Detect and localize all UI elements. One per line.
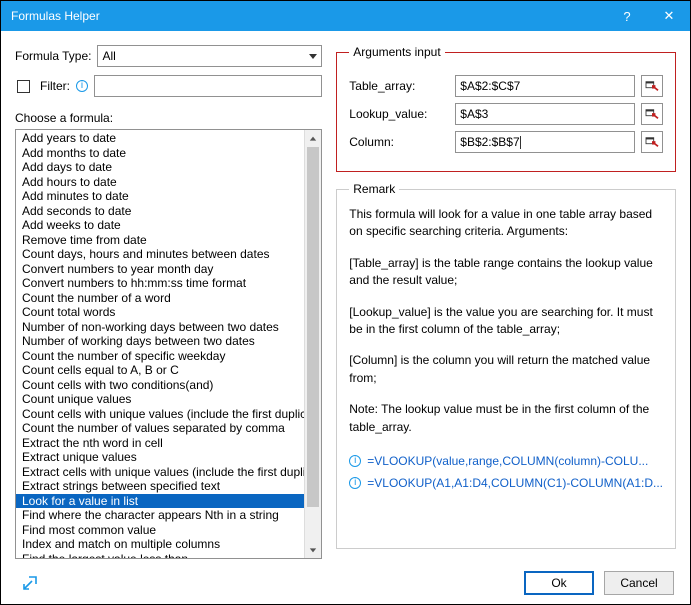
list-item[interactable]: Count total words <box>16 305 321 320</box>
filter-checkbox[interactable] <box>17 80 30 93</box>
argument-input[interactable]: $A$3 <box>455 103 635 125</box>
list-item[interactable]: Add days to date <box>16 160 321 175</box>
argument-label: Table_array: <box>349 79 449 93</box>
list-item[interactable]: Find most common value <box>16 523 321 538</box>
list-item[interactable]: Find where the character appears Nth in … <box>16 508 321 523</box>
formula-type-value: All <box>102 49 115 63</box>
list-item[interactable]: Add seconds to date <box>16 204 321 219</box>
scroll-thumb[interactable] <box>307 147 319 507</box>
range-picker-button[interactable] <box>641 131 663 153</box>
info-icon: i <box>349 455 361 467</box>
remark-p5: Note: The lookup value must be in the fi… <box>349 401 663 436</box>
remark-fieldset: Remark This formula will look for a valu… <box>336 182 676 549</box>
range-picker-button[interactable] <box>641 103 663 125</box>
remark-p3: [Lookup_value] is the value you are sear… <box>349 304 663 339</box>
window-title: Formulas Helper <box>11 9 606 23</box>
list-item[interactable]: Number of working days between two dates <box>16 334 321 349</box>
list-item[interactable]: Count unique values <box>16 392 321 407</box>
list-item[interactable]: Extract cells with unique values (includ… <box>16 465 321 480</box>
formula-listbox[interactable]: Add years to dateAdd months to dateAdd d… <box>15 129 322 559</box>
argument-value: $A$3 <box>460 107 488 121</box>
argument-row: Column: $B$2:$B$7 <box>349 131 663 153</box>
list-item[interactable]: Remove time from date <box>16 233 321 248</box>
list-item[interactable]: Extract the nth word in cell <box>16 436 321 451</box>
list-item[interactable]: Add weeks to date <box>16 218 321 233</box>
close-button[interactable]: ✕ <box>648 1 690 31</box>
argument-input[interactable]: $B$2:$B$7 <box>455 131 635 153</box>
list-item[interactable]: Count days, hours and minutes between da… <box>16 247 321 262</box>
remark-legend: Remark <box>349 182 399 196</box>
list-item[interactable]: Extract strings between specified text <box>16 479 321 494</box>
argument-row: Table_array: $A$2:$C$7 <box>349 75 663 97</box>
info-icon: i <box>349 477 361 489</box>
argument-value: $B$2:$B$7 <box>460 135 519 149</box>
formula-type-label: Formula Type: <box>15 49 91 63</box>
range-picker-button[interactable] <box>641 75 663 97</box>
help-button[interactable]: ? <box>606 1 648 31</box>
argument-label: Column: <box>349 135 449 149</box>
filter-input[interactable] <box>94 75 322 97</box>
titlebar: Formulas Helper ? ✕ <box>1 1 690 31</box>
list-item[interactable]: Count cells equal to A, B or C <box>16 363 321 378</box>
scrollbar[interactable] <box>304 130 321 558</box>
list-item[interactable]: Look for a value in list <box>16 494 321 509</box>
arguments-fieldset: Arguments input Table_array: $A$2:$C$7 Loo… <box>336 45 676 172</box>
remark-p1: This formula will look for a value in on… <box>349 206 663 241</box>
formula-link-2[interactable]: =VLOOKUP(A1,A1:D4,COLUMN(C1)-COLUMN(A1:D… <box>367 476 663 490</box>
ok-button[interactable]: Ok <box>524 571 594 595</box>
popout-icon[interactable] <box>21 574 39 592</box>
argument-row: Lookup_value: $A$3 <box>349 103 663 125</box>
list-item[interactable]: Add months to date <box>16 146 321 161</box>
filter-label: Filter: <box>40 79 70 93</box>
formula-link-1[interactable]: =VLOOKUP(value,range,COLUMN(column)-COLU… <box>367 454 648 468</box>
list-item[interactable]: Count cells with two conditions(and) <box>16 378 321 393</box>
argument-input[interactable]: $A$2:$C$7 <box>455 75 635 97</box>
list-item[interactable]: Find the largest value less than <box>16 552 321 560</box>
list-item[interactable]: Count cells with unique values (include … <box>16 407 321 422</box>
list-item[interactable]: Convert numbers to hh:mm:ss time format <box>16 276 321 291</box>
arguments-legend: Arguments input <box>349 45 444 59</box>
choose-formula-label: Choose a formula: <box>15 111 322 125</box>
argument-label: Lookup_value: <box>349 107 449 121</box>
list-item[interactable]: Extract unique values <box>16 450 321 465</box>
list-item[interactable]: Add hours to date <box>16 175 321 190</box>
list-item[interactable]: Count the number of specific weekday <box>16 349 321 364</box>
list-item[interactable]: Count the number of a word <box>16 291 321 306</box>
list-item[interactable]: Index and match on multiple columns <box>16 537 321 552</box>
scroll-up-button[interactable] <box>305 130 321 147</box>
list-item[interactable]: Count the number of values separated by … <box>16 421 321 436</box>
formula-type-dropdown[interactable]: All <box>97 45 322 67</box>
list-item[interactable]: Add minutes to date <box>16 189 321 204</box>
scroll-down-button[interactable] <box>305 541 321 558</box>
remark-body: This formula will look for a value in on… <box>349 206 663 450</box>
list-item[interactable]: Convert numbers to year month day <box>16 262 321 277</box>
list-item[interactable]: Number of non-working days between two d… <box>16 320 321 335</box>
argument-value: $A$2:$C$7 <box>460 79 520 93</box>
list-item[interactable]: Add years to date <box>16 131 321 146</box>
cancel-button[interactable]: Cancel <box>604 571 674 595</box>
remark-p4: [Column] is the column you will return t… <box>349 352 663 387</box>
info-icon[interactable]: i <box>76 80 88 92</box>
remark-p2: [Table_array] is the table range contain… <box>349 255 663 290</box>
